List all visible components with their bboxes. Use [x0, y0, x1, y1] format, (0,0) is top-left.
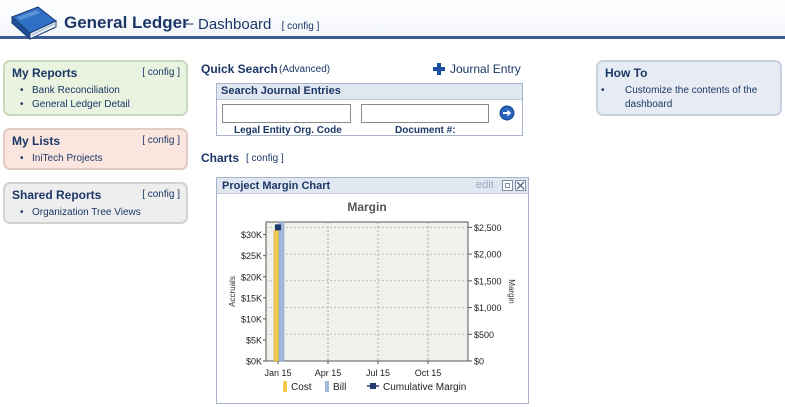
quick-search-title: Quick Search — [201, 62, 278, 76]
my-lists-config-link[interactable]: [ config ] — [142, 135, 180, 146]
x-tick-label: Jan 15 — [264, 368, 291, 378]
y-tick-label: $20K — [241, 272, 262, 282]
journal-entry-link[interactable]: Journal Entry — [450, 62, 521, 76]
margin-chart: Margin $0 $500 $1,000 $1,500 $2,000 $2,500 $0K $… — [228, 200, 516, 393]
document-number-label: Document #: — [395, 125, 456, 136]
y2-tick-label: $0 — [474, 357, 484, 367]
plot-area — [265, 221, 469, 362]
chart-edit-link[interactable]: edit — [476, 179, 494, 191]
bar-bill — [278, 221, 285, 362]
shared-reports-panel: Shared Reports [ config ] Organization T… — [3, 182, 188, 224]
search-box-title: Search Journal Entries — [221, 85, 341, 97]
document-number-input[interactable] — [361, 104, 489, 123]
header-divider — [0, 36, 785, 39]
how-to-link-customize[interactable]: Customize the contents of the dashboard — [613, 84, 763, 112]
page-title: Dashboard [ config ] — [198, 16, 319, 33]
y-tick-label: $5K — [246, 335, 262, 345]
my-lists-title: My Lists — [12, 134, 61, 148]
legend-label: Cumulative Margin — [383, 382, 466, 393]
my-reports-list: Bank Reconciliation General Ledger Detai… — [20, 84, 130, 112]
legend-swatch-cumulative-margin — [370, 383, 376, 389]
y2-tick-label: $1,000 — [474, 303, 502, 313]
maximize-icon[interactable] — [502, 180, 513, 191]
y-tick-label: $25K — [241, 251, 262, 261]
y2-tick-label: $1,500 — [474, 276, 502, 286]
y2-tick-label: $500 — [474, 330, 494, 340]
shared-reports-config-link[interactable]: [ config ] — [142, 189, 180, 200]
how-to-panel: How To Customize the contents of the das… — [596, 60, 782, 116]
shared-reports-title: Shared Reports — [12, 188, 102, 202]
header-config-link[interactable]: [ config ] — [282, 21, 320, 32]
list-link-initech-projects[interactable]: IniTech Projects — [20, 152, 103, 166]
how-to-list: Customize the contents of the dashboard — [613, 84, 763, 112]
bar-cost — [273, 230, 280, 362]
y-axis-label: Accruals — [228, 276, 237, 307]
legal-entity-org-code-input[interactable] — [222, 104, 351, 123]
charts-config-link[interactable]: [ config ] — [246, 153, 284, 164]
y-tick-label: $30K — [241, 230, 262, 240]
arrow-right-circle-icon[interactable] — [499, 105, 515, 121]
page-title-text: Dashboard — [198, 16, 272, 33]
chart-window-title: Project Margin Chart — [222, 180, 331, 192]
shared-link-organization-tree-views[interactable]: Organization Tree Views — [20, 206, 141, 220]
how-to-title: How To — [605, 66, 648, 80]
title-separator: – — [185, 15, 194, 32]
y-tick-label: $10K — [241, 314, 262, 324]
my-lists-panel: My Lists [ config ] IniTech Projects — [3, 128, 188, 170]
shared-reports-list: Organization Tree Views — [20, 206, 141, 220]
legend-label: Bill — [333, 382, 346, 393]
my-reports-config-link[interactable]: [ config ] — [142, 67, 180, 78]
x-tick-label: Apr 15 — [315, 368, 342, 378]
y-tick-label: $15K — [241, 293, 262, 303]
y2-tick-label: $2,500 — [474, 223, 502, 233]
app-title: General Ledger — [64, 13, 189, 32]
point-cumulative-margin — [275, 224, 281, 231]
report-link-general-ledger-detail[interactable]: General Ledger Detail — [20, 98, 130, 112]
x-tick-label: Jul 15 — [366, 368, 390, 378]
search-journal-entries-box: Search Journal Entries Legal Entity Org.… — [216, 83, 523, 136]
close-icon[interactable] — [515, 180, 526, 191]
my-reports-title: My Reports — [12, 66, 78, 80]
my-reports-panel: My Reports [ config ] Bank Reconciliatio… — [3, 60, 188, 116]
y-tick-label: $0K — [246, 357, 262, 367]
project-margin-chart-window: Project Margin Chart edit Margin $0 $500 $1… — [216, 177, 529, 404]
ledger-book-icon — [11, 6, 57, 41]
legend-label: Cost — [291, 382, 312, 393]
y2-tick-label: $2,000 — [474, 250, 502, 260]
legal-entity-org-code-label: Legal Entity Org. Code — [234, 125, 342, 136]
legend-swatch-bill — [325, 381, 329, 392]
chart-title: Margin — [347, 200, 386, 214]
x-tick-label: Oct 15 — [415, 368, 442, 378]
plus-icon[interactable] — [433, 63, 445, 75]
chart-window-header: Project Margin Chart edit — [217, 178, 528, 194]
legend-swatch-cost — [283, 381, 287, 392]
my-lists-list: IniTech Projects — [20, 152, 103, 166]
charts-title: Charts — [201, 151, 240, 165]
report-link-bank-reconciliation[interactable]: Bank Reconciliation — [20, 84, 130, 98]
y2-axis-label: Margin — [507, 279, 516, 303]
search-box-header: Search Journal Entries — [217, 84, 522, 100]
advanced-search-link[interactable]: (Advanced) — [279, 64, 330, 75]
